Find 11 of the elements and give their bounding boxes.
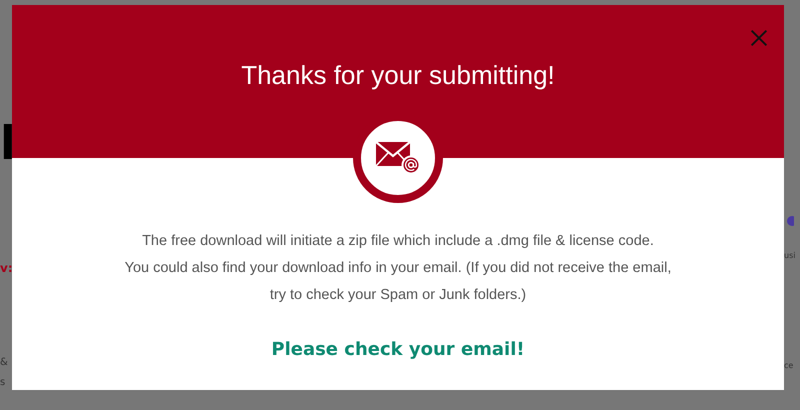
page-text: s	[0, 378, 6, 388]
page-text: v:	[0, 262, 12, 274]
dialog-title: Thanks for your submitting!	[241, 60, 555, 92]
envelope-at-icon	[375, 141, 421, 175]
check-email-notice: Please check your email!	[271, 339, 525, 360]
page-text: l	[0, 120, 12, 166]
close-icon[interactable]	[750, 29, 768, 47]
page-text: usi	[784, 252, 796, 260]
page-text: ce	[784, 362, 794, 370]
page-text: &	[0, 358, 8, 368]
info-paragraph: The free download will initiate a zip file which include a .dmg file & license code. You could also find your download info in your email. (If you did not receive the email, try to check your Spam or Junk folders.)	[124, 232, 672, 305]
